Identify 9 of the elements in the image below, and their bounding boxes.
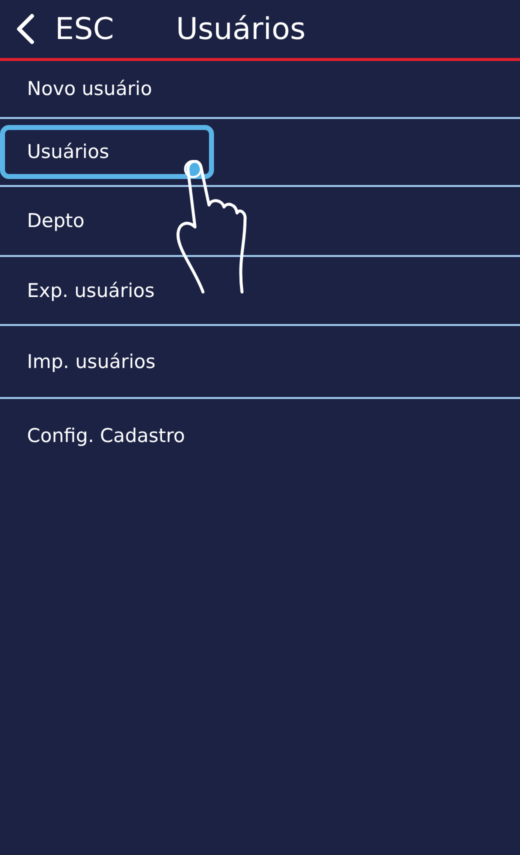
menu-item[interactable]: Depto [0, 194, 214, 248]
screen-title: Usuários [176, 12, 306, 46]
menu-item[interactable]: Exp. usuários [0, 264, 214, 318]
menu-item[interactable]: Config. Cadastro [0, 409, 214, 463]
back-icon [15, 13, 35, 45]
menu-item[interactable]: Usuários [0, 125, 214, 179]
menu-item[interactable]: Novo usuário [0, 62, 214, 116]
menu-item[interactable]: Imp. usuários [0, 334, 214, 388]
back-button[interactable]: ESC [0, 12, 114, 46]
